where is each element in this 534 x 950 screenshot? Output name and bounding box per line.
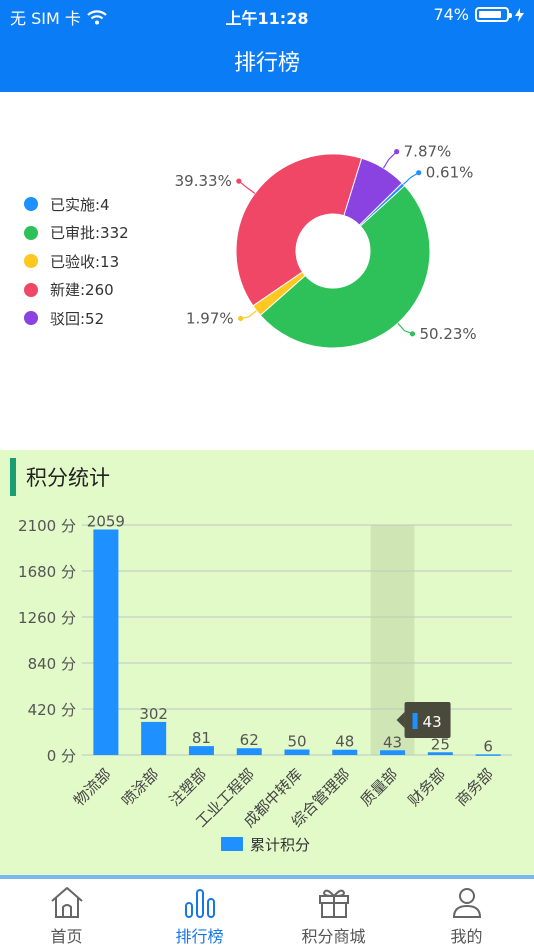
bar-value-label: 48 [335,733,354,751]
y-tick-label: 0 分 [47,747,76,765]
nav-bar: 排行榜 [0,30,534,92]
y-tick-label: 420 分 [28,701,76,719]
user-icon [452,888,481,918]
legend-item-approved[interactable]: 已审批:332 [24,219,129,248]
bar [93,529,119,755]
section-title: 积分统计 [26,466,110,490]
legend-item-implemented[interactable]: 已实施:4 [24,190,129,219]
x-category-label: 物流部 [70,765,115,810]
bar-legend-swatch [221,837,243,851]
bar [141,721,167,755]
pie-leader-line [382,151,398,169]
tab-label: 首页 [50,927,83,946]
legend-label: 已实施:4 [50,195,110,214]
bar-value-label: 50 [287,733,306,751]
y-tick-label: 1680 分 [18,563,76,581]
pie-leader-line [397,322,413,335]
legend-dot [24,225,38,240]
points-statistics-section: 0 分 420 分 840 分 1260 分 1680 分 2100 分 2059 物流部 30… [0,450,534,875]
bar-value-label: 2059 [87,512,125,530]
legend-item-accepted[interactable]: 已验收:13 [24,247,129,276]
tooltip-swatch [412,713,418,729]
pie-slice-label: 0.61% [426,164,474,182]
x-category-label: 喷涂部 [118,765,163,810]
legend-label: 驳回:52 [50,309,105,328]
charging-icon [515,7,524,22]
bar [236,748,262,755]
tab-label: 我的 [450,927,483,946]
bar-value-label: 62 [240,731,259,749]
pie-leader-dot [394,149,400,155]
gift-icon [318,889,349,918]
x-category-label: 财务部 [405,765,450,810]
legend-label: 已验收:13 [50,252,120,271]
legend-dot [24,197,38,212]
legend-item-new[interactable]: 新建:260 [24,276,129,305]
pie-slice-label: 39.33% [175,172,232,190]
legend-dot [24,311,38,326]
battery-percent: 74% [433,5,469,24]
bar-value-label: 302 [139,705,168,723]
legend-label: 已审批:332 [50,224,129,243]
pie-leader-dot [409,331,416,337]
page-title: 排行榜 [233,51,300,76]
status-bar: 无 SIM 卡 上午11:28 74% [0,0,534,30]
tab-mine[interactable]: 我的 [400,885,533,947]
bar [188,746,214,755]
y-tick-label: 1260 分 [18,609,76,627]
pie-slice-label: 1.97% [186,309,234,327]
bar-legend-label: 累计积分 [250,836,310,854]
x-category-label: 注塑部 [166,765,211,810]
pie-leader-dot [238,315,244,322]
home-icon [50,887,83,918]
y-tick-label: 2100 分 [18,517,76,535]
section-header: 积分统计 [10,458,110,496]
tab-points-mall[interactable]: 积分商城 [267,885,400,947]
status-pie-section: 0.61% 50.23% 1.97% 39.33% 7.87% 已实施:4 已审批:33… [0,92,534,450]
pie-slice-label: 7.87% [404,143,452,161]
pie-leader-dot [236,178,242,184]
bar-chart-icon [184,889,215,918]
pie-leader-line [403,172,420,185]
bar-value-label: 81 [192,729,211,747]
tooltip-value: 43 [423,713,442,731]
tab-ranking[interactable]: 排行榜 [133,885,266,947]
tab-bar-divider [0,875,534,879]
x-category-label: 质量部 [357,765,402,810]
tab-home[interactable]: 首页 [0,885,133,947]
pie-leader-line [240,310,257,320]
legend-item-rejected[interactable]: 驳回:52 [24,304,129,333]
legend-dot [24,282,38,297]
bar-value-label: 43 [383,733,402,751]
battery-icon [475,7,512,22]
y-tick-label: 840 分 [28,655,76,673]
legend-label: 新建:260 [50,281,114,300]
pie-leader-line [238,180,256,194]
tab-label: 积分商城 [301,927,366,946]
section-accent-bar [10,458,16,496]
x-category-label: 商务部 [452,765,497,810]
bar-value-label: 6 [483,737,493,755]
pie-legend: 已实施:4 已审批:332 已验收:13 新建:260 驳回:52 [24,190,129,333]
tab-label: 排行榜 [175,927,224,946]
pie-slice-label: 50.23% [419,325,476,343]
points-bar-chart: 0 分 420 分 840 分 1260 分 1680 分 2100 分 2059 物流部 30… [18,512,512,854]
tab-bar: 首页 排行榜 积分商城 我的 [0,875,534,950]
pie-leader-dot [416,170,422,176]
legend-dot [24,254,38,269]
